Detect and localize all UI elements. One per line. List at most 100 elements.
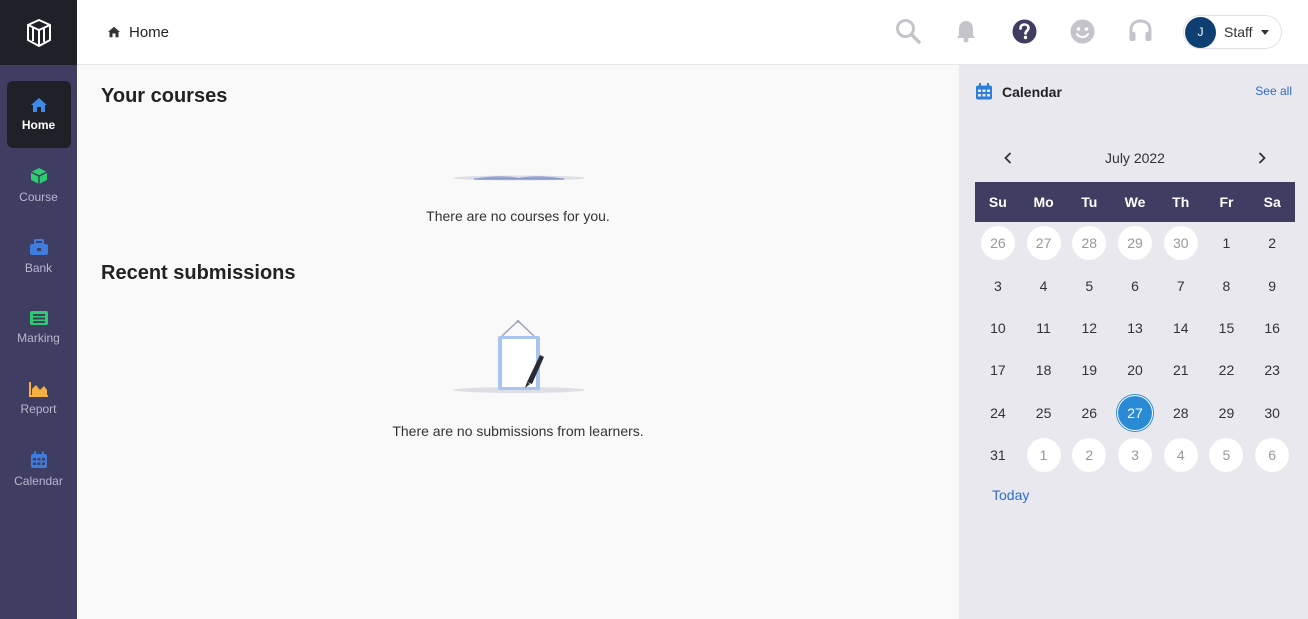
- calendar-day-number: 11: [1036, 319, 1051, 336]
- today-link[interactable]: Today: [992, 487, 1029, 503]
- calendar-day[interactable]: 25: [1021, 392, 1067, 434]
- calendar-day[interactable]: 10: [975, 307, 1021, 349]
- notifications-button[interactable]: [951, 16, 981, 46]
- calendar-day-number: 3: [993, 277, 1002, 294]
- bell-icon: [957, 21, 975, 43]
- calendar-day-number: 19: [1081, 362, 1098, 379]
- calendar-day[interactable]: 29: [1204, 392, 1250, 434]
- chevron-down-icon: [1260, 29, 1269, 35]
- see-all-link[interactable]: See all: [1255, 84, 1292, 98]
- sidebar-item-calendar[interactable]: Calendar: [7, 436, 71, 503]
- courses-title: Your courses: [101, 85, 228, 107]
- open-book-icon: [453, 175, 585, 181]
- calendar-day[interactable]: 26: [1066, 392, 1112, 434]
- calendar-day[interactable]: 19: [1066, 349, 1112, 391]
- calendar-day[interactable]: 21: [1158, 349, 1204, 391]
- calendar-day-number: 1: [1026, 438, 1061, 473]
- sidebar: Home Course Bank Marking Report Calendar: [0, 0, 77, 619]
- headset-icon: [1129, 19, 1151, 41]
- sidebar-item-label: Marking: [17, 331, 60, 345]
- calendar-week-row: 17 18 19 20 21 22 23: [975, 349, 1295, 391]
- calendar-day[interactable]: 12: [1066, 307, 1112, 349]
- calendar-day-number: 9: [1268, 277, 1277, 294]
- calendar-day[interactable]: 3: [1112, 434, 1158, 476]
- calendar-day[interactable]: 17: [975, 349, 1021, 391]
- calendar-day[interactable]: 27: [1021, 222, 1067, 264]
- weekday-label: Th: [1172, 194, 1190, 210]
- calendar-day-number: 26: [980, 226, 1015, 261]
- breadcrumb-home: Home: [129, 23, 170, 41]
- help-button[interactable]: [1009, 16, 1039, 46]
- calendar-day[interactable]: 9: [1249, 264, 1295, 306]
- calendar-day[interactable]: 15: [1204, 307, 1250, 349]
- calendar-day[interactable]: 5: [1066, 264, 1112, 306]
- calendar-day[interactable]: 30: [1158, 222, 1204, 264]
- calendar-day[interactable]: 2: [1249, 222, 1295, 264]
- calendar-day[interactable]: 6: [1112, 264, 1158, 306]
- calendar-day[interactable]: 18: [1021, 349, 1067, 391]
- next-month-button[interactable]: [1250, 147, 1274, 169]
- weekday-label: We: [1124, 194, 1146, 210]
- calendar-day[interactable]: 11: [1021, 307, 1067, 349]
- calendar-day[interactable]: 28: [1066, 222, 1112, 264]
- weekday-label: Sa: [1263, 194, 1281, 210]
- calendar-day-number: 20: [1127, 362, 1143, 379]
- calendar-day[interactable]: 30: [1249, 392, 1295, 434]
- calendar-day[interactable]: 20: [1112, 349, 1158, 391]
- calendar-day[interactable]: 13: [1112, 307, 1158, 349]
- calendar-day[interactable]: 6: [1249, 434, 1295, 476]
- calendar-day[interactable]: 8: [1204, 264, 1250, 306]
- calendar-day-number: 16: [1264, 319, 1280, 336]
- weekday-header: Su Mo Tu We Th Fr Sa: [975, 182, 1295, 222]
- calendar-day[interactable]: 26: [975, 222, 1021, 264]
- calendar-day[interactable]: 28: [1158, 392, 1204, 434]
- calendar-day[interactable]: 4: [1158, 434, 1204, 476]
- calendar-week-row: 3 4 5 6 7 8 9: [975, 264, 1295, 306]
- calendar-day-number: 28: [1172, 404, 1189, 421]
- search-icon: [896, 19, 921, 44]
- logo[interactable]: [0, 0, 77, 65]
- calendar-day-number: 13: [1127, 319, 1143, 336]
- calendar-day-number: 17: [990, 362, 1006, 379]
- calendar-day[interactable]: 23: [1249, 349, 1295, 391]
- support-button[interactable]: [1125, 16, 1155, 46]
- calendar-day[interactable]: 14: [1158, 307, 1204, 349]
- calendar-header: Calendar: [975, 82, 1062, 101]
- calendar-day[interactable]: 16: [1249, 307, 1295, 349]
- submissions-title: Recent submissions: [101, 262, 296, 284]
- sidebar-item-report[interactable]: Report: [7, 365, 71, 432]
- calendar-day-number: 27: [1026, 226, 1061, 261]
- weekday-label: Fr: [1219, 194, 1234, 210]
- feedback-button[interactable]: [1067, 16, 1097, 46]
- calendar-day[interactable]: 27: [1112, 392, 1158, 434]
- home-icon: [30, 98, 47, 112]
- calendar-day[interactable]: 24: [975, 392, 1021, 434]
- calendar-day[interactable]: 29: [1112, 222, 1158, 264]
- weekday-label: Tu: [1081, 194, 1098, 210]
- calendar-day[interactable]: 1: [1021, 434, 1067, 476]
- calendar-day-number: 25: [1035, 404, 1052, 421]
- calendar-day[interactable]: 5: [1204, 434, 1250, 476]
- calendar-day[interactable]: 3: [975, 264, 1021, 306]
- chevron-right-icon: [1258, 152, 1266, 164]
- calendar-day[interactable]: 1: [1204, 222, 1250, 264]
- smiley-icon: [1070, 19, 1094, 43]
- area-chart-icon: [28, 382, 48, 397]
- sidebar-item-home[interactable]: Home: [6, 81, 71, 148]
- breadcrumb[interactable]: Home: [107, 24, 169, 41]
- calendar-day[interactable]: 31: [975, 434, 1021, 476]
- calendar-day-number: 31: [990, 447, 1006, 464]
- sidebar-item-bank[interactable]: Bank: [7, 223, 71, 290]
- calendar-week-row: 10 11 12 13 14 15 16: [975, 307, 1295, 349]
- user-menu-button[interactable]: J Staff: [1183, 15, 1282, 49]
- calendar-day[interactable]: 2: [1066, 434, 1112, 476]
- sidebar-item-course[interactable]: Course: [7, 152, 71, 219]
- calendar-day[interactable]: 22: [1204, 349, 1250, 391]
- calendar-day-number: 2: [1072, 438, 1107, 473]
- calendar-day[interactable]: 4: [1021, 264, 1067, 306]
- avatar: J: [1185, 16, 1216, 48]
- search-button[interactable]: [893, 16, 923, 46]
- calendar-day[interactable]: 7: [1158, 264, 1204, 306]
- sidebar-item-marking[interactable]: Marking: [7, 294, 71, 361]
- top-header: Home J Staff: [77, 0, 1308, 65]
